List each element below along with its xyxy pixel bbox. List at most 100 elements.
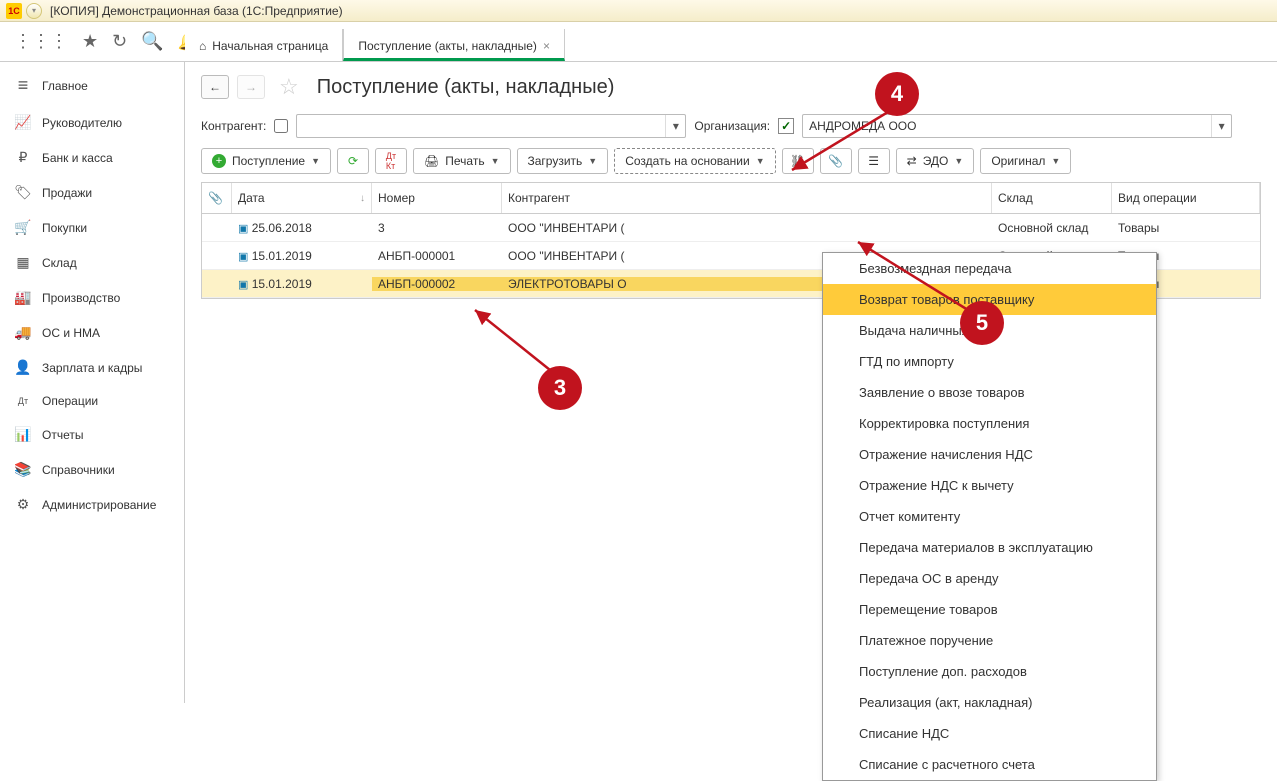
sidebar-item-admin[interactable]: ⚙Администрирование [0,487,184,522]
receipt-button[interactable]: +Поступление▼ [201,148,331,174]
chevron-down-icon[interactable]: ▾ [665,115,685,137]
original-button[interactable]: Оригинал▼ [980,148,1071,174]
edo-label: ЭДО [923,154,949,168]
chevron-down-icon[interactable]: ▾ [1211,115,1231,137]
load-button[interactable]: Загрузить▼ [517,148,609,174]
tab-close-icon[interactable]: × [543,39,550,53]
sidebar-item-reports[interactable]: 📊 Отчеты [0,417,184,452]
document-icon: ▣ [238,251,248,263]
create-based-label: Создать на основании [625,154,750,168]
create-based-on-button[interactable]: Создать на основании▼ [614,148,775,174]
sidebar-item-label: Банк и касса [42,151,113,165]
table-row[interactable]: ▣ 25.06.2018 3 ООО "ИНВЕНТАРИ ( Основной… [202,214,1260,242]
sidebar-item-purchases[interactable]: 🛒Покупки [0,210,184,245]
sidebar-item-label: Главное [42,79,88,93]
printer-icon: 🖨 [424,154,439,168]
menu-item[interactable]: Заявление о ввозе товаров [823,377,1156,408]
column-date[interactable]: Дата↓ [232,183,372,213]
sidebar-item-operations[interactable]: ДтОперации [0,385,184,417]
sidebar-item-assets[interactable]: 🚚ОС и НМА [0,315,184,350]
list-button[interactable]: ☰ [858,148,890,174]
sidebar-item-catalogs[interactable]: 📚Справочники [0,452,184,487]
menu-item[interactable]: Передача материалов в эксплуатацию [823,532,1156,563]
menu-item[interactable]: Отражение начисления НДС [823,439,1156,470]
menu-item[interactable]: Перемещение товаров [823,594,1156,625]
column-number[interactable]: Номер [372,183,502,213]
sidebar-item-main[interactable]: ≡ Главное [0,66,184,105]
apps-icon[interactable]: ⋮⋮⋮ [14,31,68,52]
sidebar-item-label: Производство [42,291,120,305]
clip-icon: 📎 [828,154,843,168]
tab-receipts[interactable]: Поступление (акты, накладные) × [343,29,565,61]
clip-icon: 📎 [208,191,223,205]
refresh-icon: ⟳ [348,154,358,168]
favorite-toggle[interactable]: ☆ [279,74,299,100]
app-menu-dropdown[interactable]: ▾ [26,3,42,19]
edo-button[interactable]: ⇄ЭДО▼ [896,148,975,174]
menu-item[interactable]: Передача ОС в аренду [823,563,1156,594]
menu-item[interactable]: Корректировка поступления [823,408,1156,439]
sidebar-item-manager[interactable]: 📈Руководителю [0,105,184,140]
sidebar-item-label: Покупки [42,221,87,235]
sidebar-item-hr[interactable]: 👤Зарплата и кадры [0,350,184,385]
nav-back-button[interactable]: ← [201,75,229,99]
grid-icon: ▦ [14,254,32,271]
menu-item[interactable]: Отчет комитенту [823,501,1156,532]
link-button[interactable]: ⛓ [782,148,814,174]
factory-icon: 🏭 [14,289,32,306]
sidebar-item-production[interactable]: 🏭 Производство [0,280,184,315]
search-icon[interactable]: 🔍 [141,31,163,52]
column-attachment[interactable]: 📎 [202,183,232,213]
column-counterparty[interactable]: Контрагент [502,183,992,213]
top-toolbar: ⋮⋮⋮ ★ ↻ 🔍 🔔 ⌂ Начальная страница Поступл… [0,22,1277,62]
counterparty-filter-checkbox[interactable] [274,119,288,133]
tag-icon: 🏷 [14,184,32,201]
dtkt-button[interactable]: ДтКт [375,148,407,174]
sidebar-item-bank[interactable]: ₽ Банк и касса [0,140,184,175]
sidebar: ≡Главное 📈Руководителю ₽Банк и касса 🏷Пр… [0,62,185,703]
annotation-4: 4 [875,72,919,116]
menu-item[interactable]: Платежное поручение [823,625,1156,656]
organization-filter-checkbox[interactable]: ✓ [778,118,794,134]
refresh-button[interactable]: ⟳ [337,148,369,174]
document-icon: ▣ [238,223,248,235]
sidebar-item-label: Склад [42,256,77,270]
column-warehouse[interactable]: Склад [992,183,1112,213]
menu-item[interactable]: Безвозмездная передача [823,253,1156,284]
window-title: [КОПИЯ] Демонстрационная база (1С:Предпр… [50,4,343,18]
menu-item[interactable]: ГТД по импорту [823,346,1156,377]
ruble-icon: ₽ [14,149,32,166]
gear-icon: ⚙ [14,496,32,513]
person-icon: 👤 [14,359,32,376]
sidebar-item-sales[interactable]: 🏷Продажи [0,175,184,210]
menu-item[interactable]: Поступление доп. расходов [823,656,1156,687]
sidebar-item-label: Отчеты [42,428,83,442]
history-icon[interactable]: ↻ [112,31,127,52]
organization-combo[interactable]: АНДРОМЕДА ООО▾ [802,114,1232,138]
sidebar-item-warehouse[interactable]: ▦ Склад [0,245,184,280]
menu-icon: ≡ [14,75,32,96]
tab-home-label: Начальная страница [212,39,328,53]
nav-forward-button[interactable]: → [237,75,265,99]
plus-icon: + [212,154,226,168]
menu-item[interactable]: Отражение НДС к вычету [823,470,1156,501]
books-icon: 📚 [14,461,32,478]
bars-icon: 📊 [14,426,32,443]
counterparty-combo[interactable]: ▾ [296,114,686,138]
counterparty-label: Контрагент: [201,119,266,133]
menu-item[interactable]: Списание НДС [823,718,1156,749]
print-button[interactable]: 🖨Печать▼ [413,148,510,174]
debit-credit-icon: Дт [14,396,32,406]
favorite-icon[interactable]: ★ [82,31,98,52]
sidebar-item-label: Руководителю [42,116,122,130]
dtkt-icon: ДтКт [386,151,396,171]
title-bar: 1C ▾ [КОПИЯ] Демонстрационная база (1С:П… [0,0,1277,22]
print-label: Печать [445,154,484,168]
column-operation[interactable]: Вид операции [1112,183,1260,213]
attach-button[interactable]: 📎 [820,148,852,174]
tab-home[interactable]: ⌂ Начальная страница [185,29,343,61]
document-icon: ▣ [238,279,248,291]
receipt-label: Поступление [232,154,305,168]
menu-item[interactable]: Списание с расчетного счета [823,749,1156,780]
link-icon: ⛓ [790,154,805,168]
